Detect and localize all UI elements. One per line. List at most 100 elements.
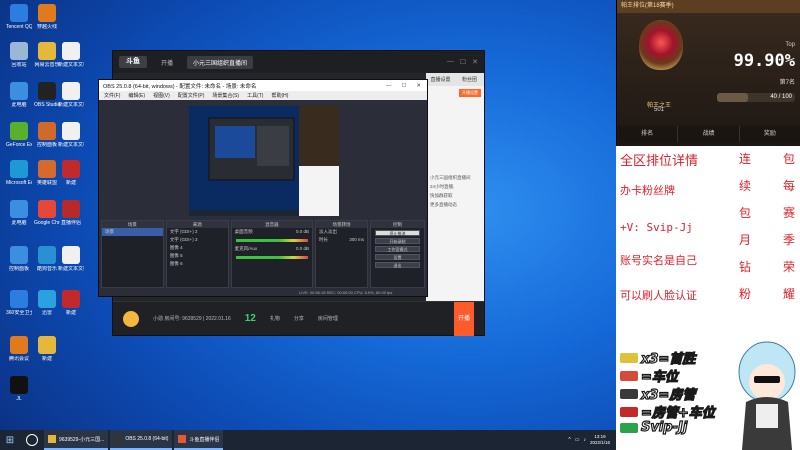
obs-preview[interactable] xyxy=(189,106,339,216)
taskbar-app-obs[interactable]: OBS 25.0.8 (64-bit) xyxy=(110,430,173,450)
taskbar-app-browser[interactable]: 9639529-小元三国... xyxy=(44,430,109,450)
desktop-icon[interactable]: 控制面板 xyxy=(34,122,60,156)
bottom-item-share[interactable]: 分享 xyxy=(294,315,304,322)
app-icon xyxy=(38,246,56,264)
desktop-icon[interactable]: JL xyxy=(6,376,32,410)
app-icon xyxy=(10,42,28,60)
avatar[interactable] xyxy=(123,310,139,327)
scene-item[interactable]: 场景 xyxy=(102,228,163,236)
minimize-icon[interactable]: — xyxy=(447,58,454,66)
volume-icon[interactable]: ♪ xyxy=(583,437,586,443)
app-icon xyxy=(38,4,56,22)
source-item[interactable]: 图像 6 xyxy=(167,260,228,268)
rank-tabs: 排名 战绩 奖励 xyxy=(617,126,800,142)
desktop-icon[interactable]: 此电脑 xyxy=(6,82,32,116)
desktop-icon[interactable]: Google Chrome xyxy=(34,200,60,234)
start-live-button[interactable]: 开播 xyxy=(454,301,474,336)
source-item[interactable]: 图像 5 xyxy=(167,252,228,260)
bottom-item-room[interactable]: 房间管理 xyxy=(318,315,338,322)
rank-progress-fill xyxy=(717,93,749,102)
transition-type[interactable]: 淡入淡出 xyxy=(316,228,367,236)
desktop-icon[interactable]: 控制面板 xyxy=(6,246,32,280)
desktop-icon-label: Google Chrome xyxy=(34,220,60,226)
desktop-icon[interactable]: 网易云音乐 xyxy=(34,42,60,76)
rank-percent: 99.90% xyxy=(733,51,795,71)
gift-rule: Svip-Jj xyxy=(620,419,688,436)
transition-duration[interactable]: 300 ms xyxy=(349,237,364,243)
live-tab-1[interactable]: 小元三国组织直播间 xyxy=(187,55,254,69)
mic-audio-meter[interactable] xyxy=(235,256,309,259)
menu-view[interactable]: 视图(V) xyxy=(153,92,170,99)
desktop-icon[interactable]: 此电脑 xyxy=(6,200,32,234)
settings-button[interactable]: 设置 xyxy=(375,254,421,260)
menu-profile[interactable]: 配置文件(P) xyxy=(178,92,205,99)
desktop-icon[interactable]: 360安全卫士 xyxy=(6,290,32,324)
desktop-icon[interactable]: 新建 xyxy=(58,160,84,194)
desktop-icon[interactable]: 新建 xyxy=(34,336,60,370)
side-tab-settings[interactable]: 直播设置 xyxy=(426,73,455,86)
source-item[interactable]: 文字 (GDI+) 3 xyxy=(167,236,228,244)
desktop-icon[interactable]: 酷狗音乐 xyxy=(34,246,60,280)
desktop-icon-label: 腾讯会议 xyxy=(8,356,29,362)
desktop-icon[interactable]: 腾讯会议 xyxy=(6,336,32,370)
wechat-icon xyxy=(620,422,638,433)
network-icon[interactable]: ▭ xyxy=(575,437,580,443)
desktop-audio-meter[interactable] xyxy=(235,239,309,242)
start-recording-button[interactable]: 开始录制 xyxy=(375,238,421,244)
clock[interactable]: 13:19 2022/1/16 xyxy=(590,434,610,446)
menu-tools[interactable]: 工具(T) xyxy=(247,92,263,99)
maximize-icon[interactable]: ☐ xyxy=(401,83,406,89)
bottom-item-gift[interactable]: 礼物 xyxy=(270,315,280,322)
rank-tab-reward[interactable]: 奖励 xyxy=(740,126,800,142)
app-icon xyxy=(38,122,56,140)
app-icon xyxy=(10,82,28,100)
rank-tab-ranking[interactable]: 排名 xyxy=(617,126,679,142)
taskbar-app-live[interactable]: 斗鱼直播伴侣 xyxy=(174,430,224,450)
exit-button[interactable]: 退出 xyxy=(375,262,421,268)
desktop-icon[interactable]: 新建文本文档 xyxy=(58,246,84,280)
search-icon[interactable] xyxy=(26,434,38,446)
maximize-icon[interactable]: ☐ xyxy=(460,58,466,66)
desktop-icon[interactable]: GeForce Experience xyxy=(6,122,32,156)
desktop-icon[interactable]: Microsoft Edge xyxy=(6,160,32,194)
desktop-icon[interactable]: 新建 xyxy=(58,290,84,324)
live-tab-0[interactable]: 开播 xyxy=(155,56,179,69)
source-item[interactable]: 图像 4 xyxy=(167,244,228,252)
desktop-icon[interactable]: OBS Studio xyxy=(34,82,60,116)
desktop-icon[interactable]: 英雄联盟 xyxy=(34,160,60,194)
desktop-icon[interactable]: 新建文本文档 xyxy=(58,42,84,76)
gift-rule: =车位 xyxy=(620,366,679,386)
side-start-settings-button[interactable]: 开播设置 xyxy=(459,89,481,97)
rank-emblem-icon xyxy=(639,20,683,70)
menu-scene-collection[interactable]: 场景集合(S) xyxy=(212,92,239,99)
desktop-icon-label: OBS Studio xyxy=(34,102,60,108)
desktop-icon-label: 360安全卫士 xyxy=(6,310,32,316)
desktop-icon[interactable]: 回收站 xyxy=(6,42,32,76)
app-icon xyxy=(38,200,56,218)
desktop-icon-label: 控制面板 xyxy=(8,266,29,272)
app-icon xyxy=(62,246,80,264)
close-icon[interactable]: ✕ xyxy=(416,83,421,89)
windows-start-icon[interactable]: ⊞ xyxy=(0,435,20,446)
side-tab-fans[interactable]: 粉丝团 xyxy=(455,73,484,86)
desktop-icon[interactable]: 穿越火线 xyxy=(34,4,60,38)
desktop-icon[interactable]: 新建文本文档 xyxy=(58,82,84,116)
menu-file[interactable]: 文件(F) xyxy=(104,92,120,99)
close-icon[interactable]: ✕ xyxy=(472,58,478,66)
menu-edit[interactable]: 编辑(E) xyxy=(128,92,145,99)
taskbar: ⊞ 9639529-小元三国... OBS 25.0.8 (64-bit) 斗鱼… xyxy=(0,430,616,450)
desktop-icon[interactable]: 新建文本文档 xyxy=(58,122,84,156)
source-item[interactable]: 文字 (GDI+) 2 xyxy=(167,228,228,236)
menu-help[interactable]: 帮助(H) xyxy=(271,92,288,99)
desktop-icon[interactable]: Tencent QQ xyxy=(6,4,32,38)
desktop-icon[interactable]: 直播伴侣 xyxy=(58,200,84,234)
promo-line: 全区排位详情 xyxy=(620,154,699,169)
minimize-icon[interactable]: — xyxy=(386,83,392,89)
app-icon xyxy=(62,122,80,140)
app-icon xyxy=(62,160,80,178)
desktop-icon[interactable]: 迅雷 xyxy=(34,290,60,324)
stop-streaming-button[interactable]: 停止推流 xyxy=(375,230,421,236)
rank-tab-record[interactable]: 战绩 xyxy=(678,126,740,142)
chevron-up-icon[interactable]: ^ xyxy=(568,437,570,443)
studio-mode-button[interactable]: 工作室模式 xyxy=(375,246,421,252)
